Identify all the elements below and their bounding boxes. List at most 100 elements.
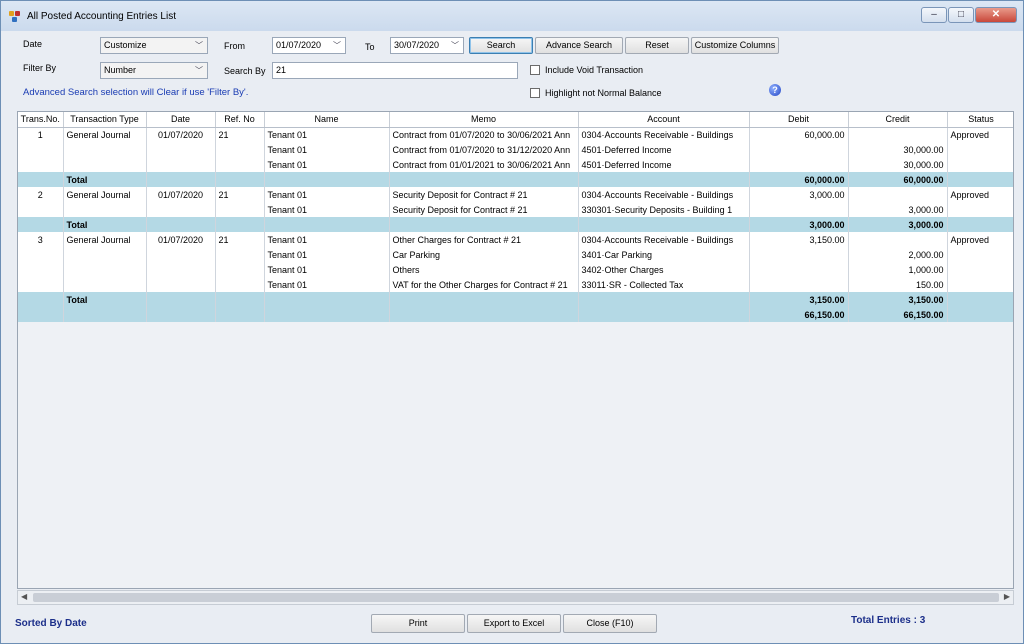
table-row[interactable]: Tenant 01 VAT for the Other Charges for C… [18,277,1013,292]
chevron-down-icon: ﹀ [195,41,203,50]
total-row[interactable]: Total 3,150.00 3,150.00 [18,292,1013,307]
cell-t [18,247,64,262]
filter-by-select[interactable]: Number ﹀ [100,62,208,79]
filter-by-label: Filter By [23,63,57,73]
cell-credit: 30,000.00 [848,157,948,172]
to-label: To [365,42,375,52]
column-header[interactable]: Account [578,112,750,128]
cell-t [18,262,64,277]
search-by-label: Search By [224,66,266,76]
cell-type: General Journal [63,187,147,202]
cell-credit: 3,150.00 [848,292,948,307]
cell-name [264,307,390,322]
total-row[interactable]: Total 60,000.00 60,000.00 [18,172,1013,187]
cell-account: 4501·Deferred Income [578,142,750,157]
cell-credit: 3,000.00 [848,202,948,217]
cell-memo: Other Charges for Contract # 21 [389,232,579,247]
cell-account [578,292,750,307]
scroll-right-icon[interactable]: ▶ [1004,592,1010,601]
cell-debit: 3,000.00 [749,187,849,202]
column-header[interactable]: Credit [848,112,948,128]
column-header[interactable]: Transaction Type [63,112,147,128]
minimize-button[interactable]: – [921,7,947,23]
cell-date [146,262,216,277]
cell-ref [215,262,265,277]
cell-debit [749,277,849,292]
cell-debit [749,142,849,157]
cell-account: 330301·Security Deposits - Building 1 [578,202,750,217]
cell-memo: Security Deposit for Contract # 21 [389,187,579,202]
cell-date [146,142,216,157]
table-row[interactable]: Tenant 01 Security Deposit for Contract #… [18,202,1013,217]
cell-memo: VAT for the Other Charges for Contract #… [389,277,579,292]
column-header[interactable]: Trans.No. [18,112,64,128]
entries-grid[interactable]: Trans.No. Transaction Type Date Ref. No Name… [17,111,1014,589]
cell-name [264,172,390,187]
print-button[interactable]: Print [371,614,465,633]
horizontal-scrollbar[interactable]: ◀ ▶ [17,590,1014,605]
total-row[interactable]: 66,150.00 66,150.00 [18,307,1013,322]
column-header[interactable]: Ref. No [215,112,265,128]
cell-memo [389,217,579,232]
help-icon[interactable]: ? [769,84,781,96]
cell-memo: Others [389,262,579,277]
column-header[interactable]: Memo [389,112,579,128]
cell-memo: Security Deposit for Contract # 21 [389,202,579,217]
cell-account: 0304·Accounts Receivable - Buildings [578,232,750,247]
scrollbar-thumb[interactable] [33,593,999,602]
search-button[interactable]: Search [469,37,533,54]
table-row[interactable]: 2 General Journal 01/07/2020 21 Tenant 01 Sec… [18,187,1013,202]
customize-columns-button[interactable]: Customize Columns [691,37,779,54]
cell-name [264,217,390,232]
cell-status [947,262,1013,277]
cell-type: Total [63,172,147,187]
cell-debit [749,262,849,277]
cell-name [264,292,390,307]
advance-search-button[interactable]: Advance Search [535,37,623,54]
include-void-label: Include Void Transaction [545,65,644,75]
close-button[interactable]: Close (F10) [563,614,657,633]
cell-t [18,202,64,217]
from-date-value: 01/07/2020 [276,40,322,50]
to-date-picker[interactable]: 30/07/2020 ﹀ [390,37,464,54]
include-void-checkbox[interactable] [530,65,540,75]
cell-account: 33011·SR - Collected Tax [578,277,750,292]
table-row[interactable]: Tenant 01 Others 3402·Other Charges 1,000.0… [18,262,1013,277]
cell-credit: 1,000.00 [848,262,948,277]
table-row[interactable]: Tenant 01 Contract from 01/01/2021 to 30/… [18,157,1013,172]
cell-debit [749,247,849,262]
from-date-picker[interactable]: 01/07/2020 ﹀ [272,37,346,54]
cell-date [146,172,216,187]
cell-date [146,292,216,307]
search-by-input[interactable]: 21 [272,62,518,79]
export-excel-button[interactable]: Export to Excel [467,614,561,633]
cell-date [146,157,216,172]
cell-credit: 66,150.00 [848,307,948,322]
table-row[interactable]: 3 General Journal 01/07/2020 21 Tenant 01 Oth… [18,232,1013,247]
main-window: All Posted Accounting Entries List – □ ✕… [0,0,1024,644]
cell-type [63,157,147,172]
date-range-select[interactable]: Customize ﹀ [100,37,208,54]
column-header[interactable]: Date [146,112,216,128]
close-window-button[interactable]: ✕ [975,7,1017,23]
total-row[interactable]: Total 3,000.00 3,000.00 [18,217,1013,232]
highlight-balance-checkbox[interactable] [530,88,540,98]
cell-date: 01/07/2020 [146,232,216,247]
scroll-left-icon[interactable]: ◀ [21,592,27,601]
cell-memo: Car Parking [389,247,579,262]
reset-button[interactable]: Reset [625,37,689,54]
cell-date [146,277,216,292]
cell-status [947,202,1013,217]
filter-by-value: Number [104,65,137,75]
cell-status: Approved [947,127,1013,142]
cell-name: Tenant 01 [264,202,390,217]
cell-credit: 150.00 [848,277,948,292]
table-row[interactable]: 1 General Journal 01/07/2020 21 Tenant 01 Con… [18,127,1013,142]
column-header[interactable]: Debit [749,112,849,128]
column-header[interactable]: Status [947,112,1013,128]
column-header[interactable]: Name [264,112,390,128]
table-row[interactable]: Tenant 01 Contract from 01/07/2020 to 31/… [18,142,1013,157]
maximize-button[interactable]: □ [948,7,974,23]
table-row[interactable]: Tenant 01 Car Parking 3401·Car Parking 2,00… [18,247,1013,262]
cell-debit: 66,150.00 [749,307,849,322]
